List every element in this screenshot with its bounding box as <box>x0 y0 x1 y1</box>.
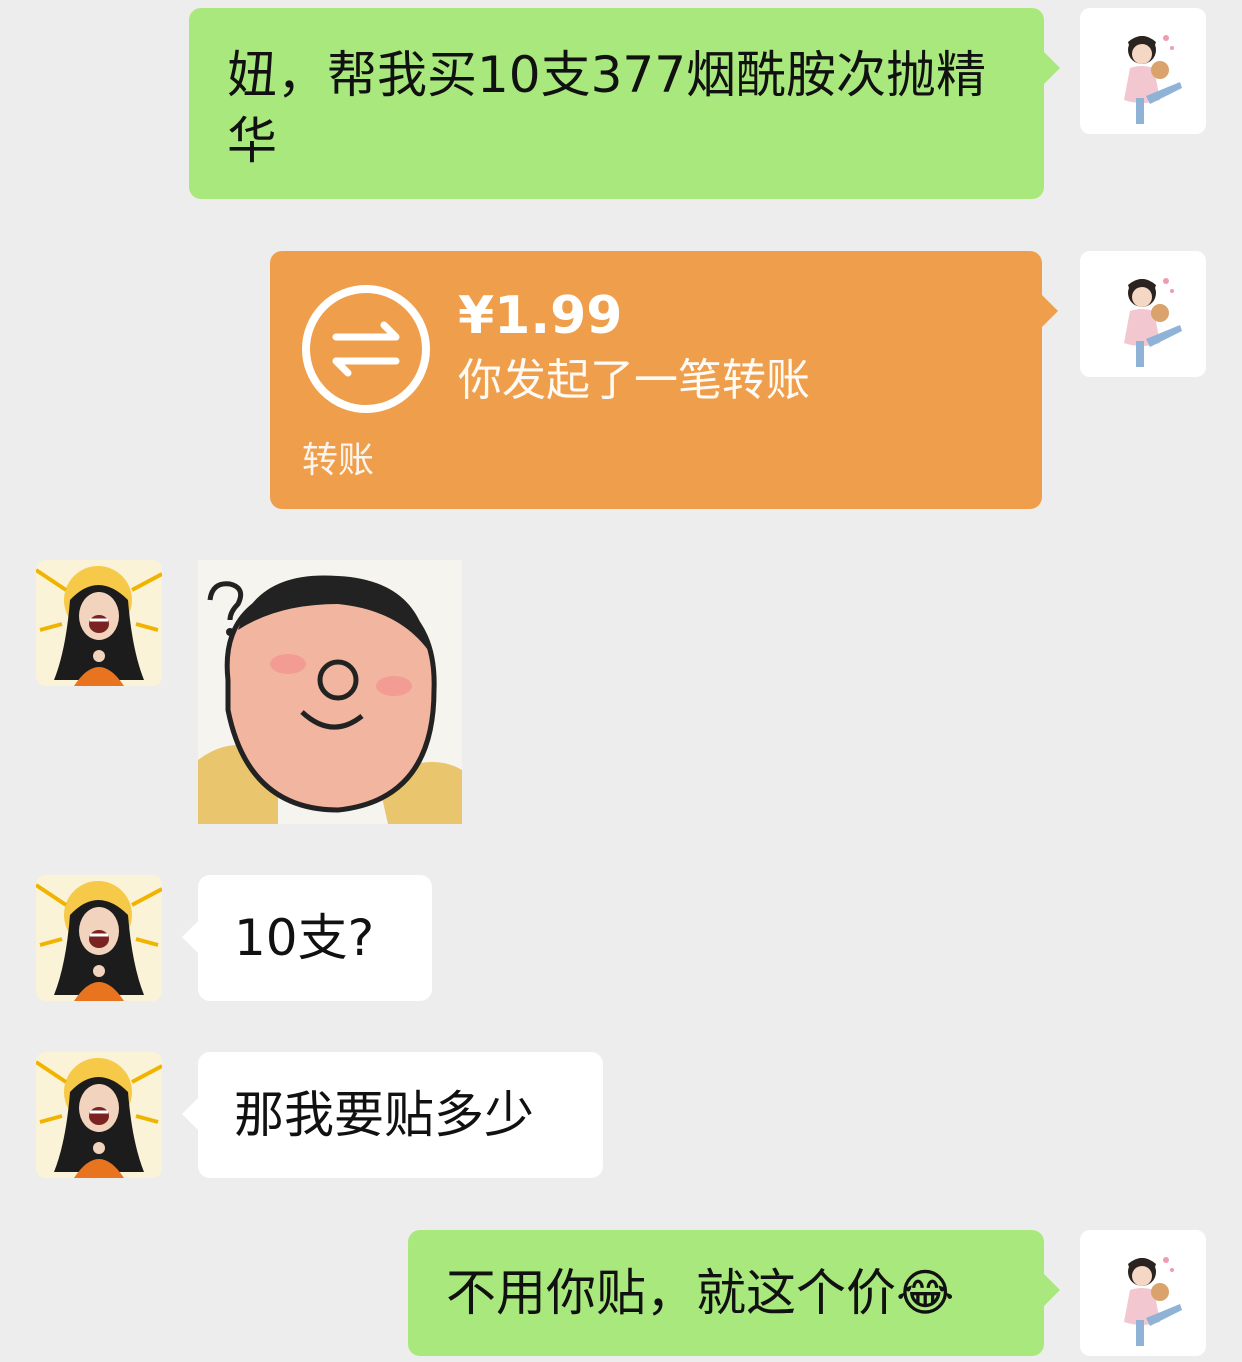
avatar-self[interactable] <box>1080 251 1206 377</box>
transfer-card[interactable]: ¥1.99 你发起了一笔转账 转账 <box>270 251 1058 509</box>
avatar-contact[interactable] <box>36 1052 162 1178</box>
message-bubble-sent[interactable]: 妞，帮我买10支377烟酰胺次抛精华 <box>189 8 1060 199</box>
message-bubble-received[interactable]: 那我要贴多少 <box>182 1052 603 1178</box>
avatar-contact[interactable] <box>36 875 162 1001</box>
message-bubble-received[interactable]: 10支? <box>182 875 432 1001</box>
message-text: 那我要贴多少 <box>234 1086 534 1144</box>
transfer-amount: ¥1.99 <box>458 286 623 346</box>
transfer-description: 你发起了一笔转账 <box>458 355 810 406</box>
message-text: 妞，帮我买10支377烟酰胺次抛精华 <box>227 46 987 170</box>
avatar-self[interactable] <box>1080 1230 1206 1356</box>
transfer-label: 转账 <box>302 440 375 481</box>
transfer-arrows-icon <box>302 285 430 413</box>
message-text: 10支? <box>234 909 375 967</box>
message-text: 不用你贴，就这个价😂 <box>446 1264 955 1322</box>
avatar-self[interactable] <box>1080 8 1206 134</box>
message-bubble-sent[interactable]: 不用你贴，就这个价😂 <box>408 1230 1060 1356</box>
avatar-contact[interactable] <box>36 560 162 686</box>
confused-face-sticker[interactable] <box>198 560 462 824</box>
